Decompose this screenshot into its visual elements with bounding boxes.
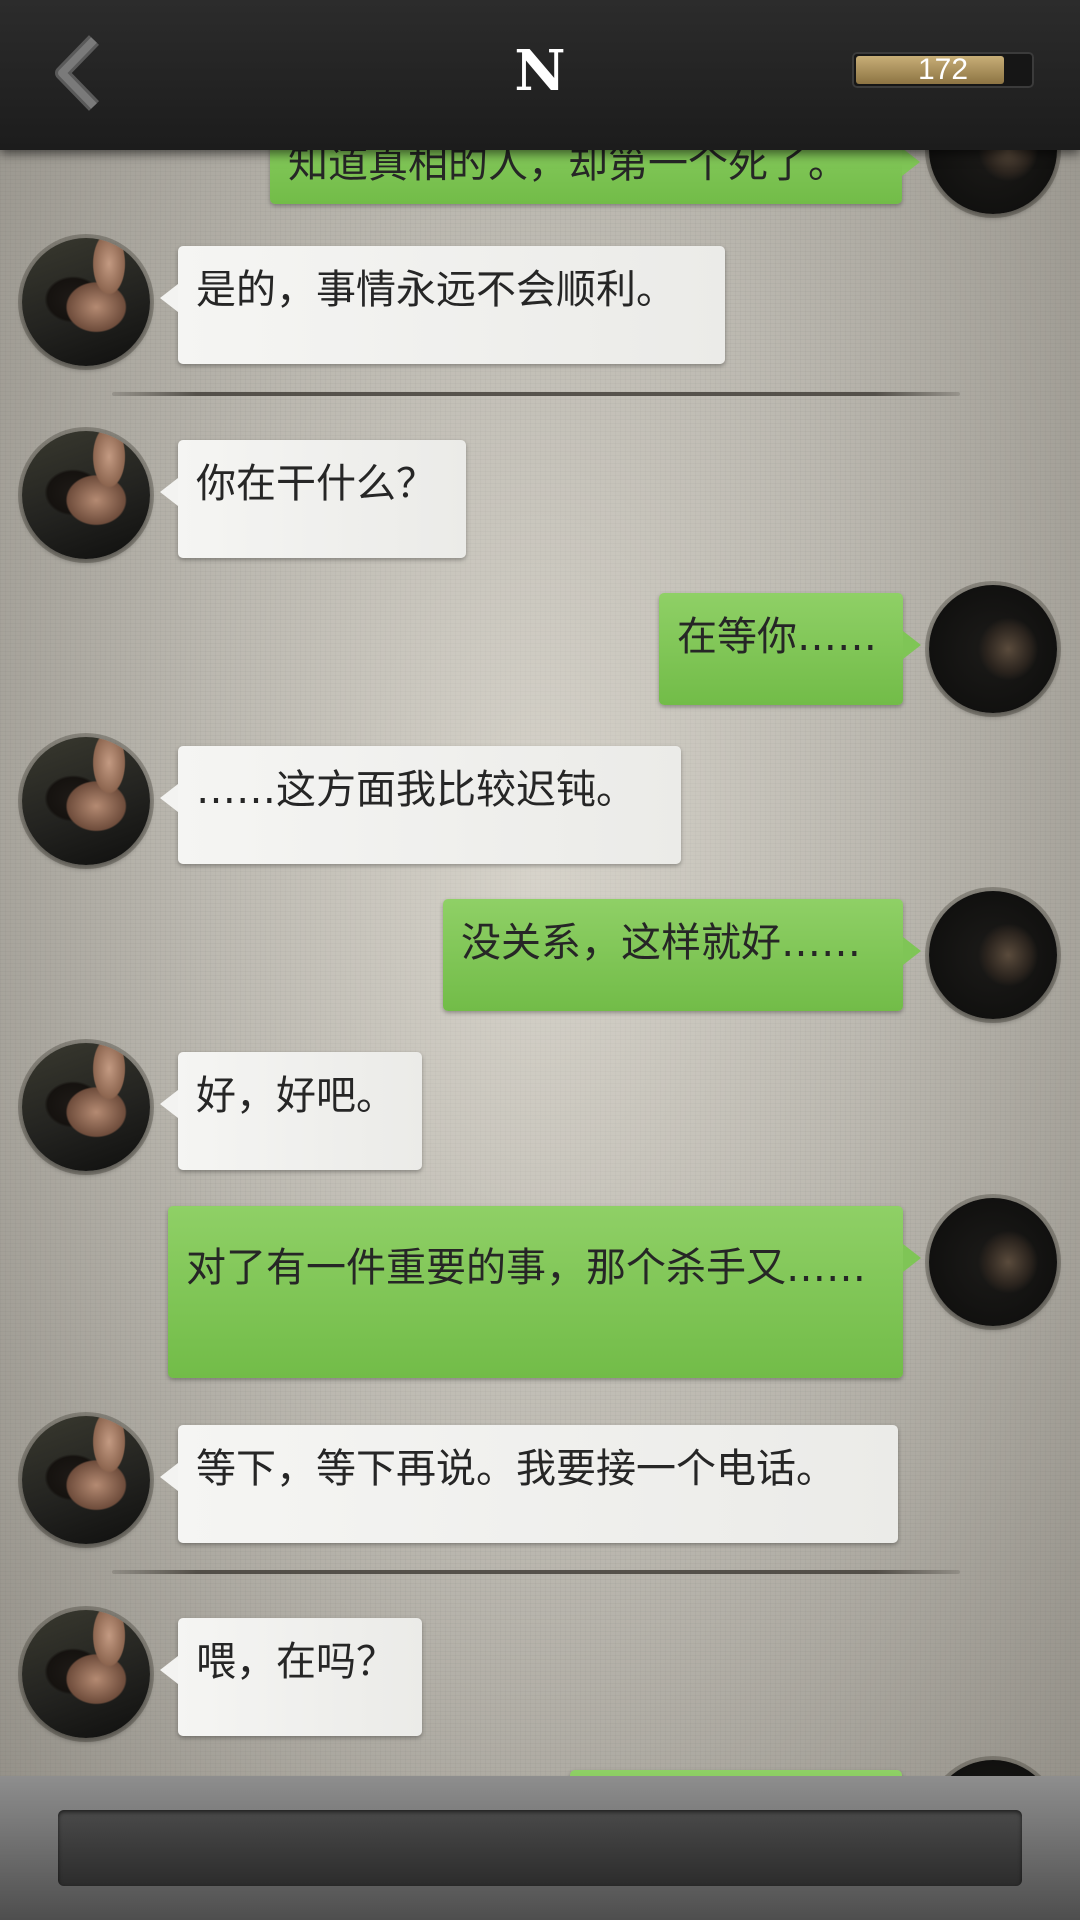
him-avatar [22,1416,150,1544]
message-text: 等下，等下再说。我要接一个电话。 [196,1446,836,1492]
counter-value: 172 [917,53,969,86]
her-avatar [929,585,1057,713]
him-avatar [22,1043,150,1171]
counter-badge: 172 [852,52,1034,88]
section-divider [112,1570,960,1574]
her-avatar [929,1198,1057,1326]
message-text: 你在干什么？ [196,461,436,507]
message-bubble: 喂，在吗？ [160,1618,422,1736]
message-bubble: 是的，事情永远不会顺利。 [160,246,725,364]
message-bubble: 在等你…… [659,593,921,705]
her-avatar [929,891,1057,1019]
message-text: 好，好吧。 [196,1073,396,1119]
message-text: ……这方面我比较迟钝。 [196,767,636,813]
message-bubble: ……这方面我比较迟钝。 [160,746,681,864]
message-text: 对了有一件重要的事，那个杀手又…… [186,1245,866,1291]
message-text: 没关系，这样就好…… [461,920,861,966]
message-bubble: 等下，等下再说。我要接一个电话。 [160,1425,898,1543]
bottom-bar [0,1776,1080,1920]
message-bubble: 对了有一件重要的事，那个杀手又…… [168,1206,921,1378]
him-avatar [22,238,150,366]
message-text: 是的，事情永远不会顺利。 [196,267,676,313]
top-bar: N 172 [0,0,1080,150]
message-bubble: 没关系，这样就好…… [443,899,921,1011]
section-divider [112,392,960,396]
message-text: 喂，在吗？ [196,1639,396,1685]
him-avatar [22,1610,150,1738]
reply-input[interactable] [58,1810,1022,1886]
him-avatar [22,737,150,865]
message-bubble: 好，好吧。 [160,1052,422,1170]
message-text: 在等你…… [677,614,877,660]
message-bubble: 你在干什么？ [160,440,466,558]
him-avatar [22,431,150,559]
